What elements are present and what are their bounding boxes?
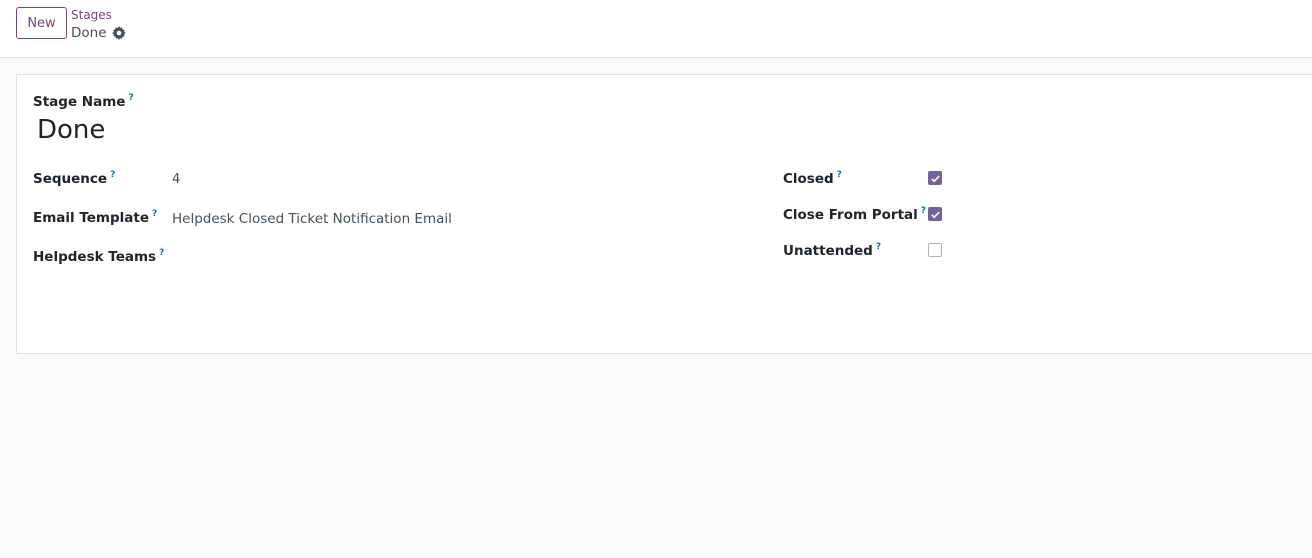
helpdesk-teams-label: Helpdesk Teams?: [33, 248, 165, 265]
closed-label: Closed?: [783, 170, 842, 187]
sequence-label: Sequence?: [33, 170, 116, 187]
email-template-field[interactable]: Helpdesk Closed Ticket Notification Emai…: [172, 211, 452, 227]
sequence-field[interactable]: 4: [172, 172, 180, 187]
close-from-portal-label: Close From Portal?: [783, 206, 927, 223]
control-panel: New Stages Done: [0, 0, 1312, 58]
help-tooltip-icon[interactable]: ?: [152, 209, 157, 219]
breadcrumb-current: Done: [71, 25, 107, 41]
help-tooltip-icon[interactable]: ?: [110, 170, 115, 180]
help-tooltip-icon[interactable]: ?: [837, 170, 842, 180]
breadcrumb-stages-link[interactable]: Stages: [71, 8, 112, 22]
new-button[interactable]: New: [16, 7, 67, 39]
help-tooltip-icon[interactable]: ?: [921, 206, 926, 216]
help-tooltip-icon[interactable]: ?: [876, 242, 881, 252]
unattended-label: Unattended?: [783, 242, 882, 259]
checkmark-icon: [931, 211, 940, 219]
stage-name-field[interactable]: Done: [37, 115, 105, 145]
close-from-portal-checkbox[interactable]: [928, 207, 942, 221]
unattended-checkbox[interactable]: [928, 243, 942, 257]
email-template-label: Email Template?: [33, 209, 158, 226]
checkmark-icon: [931, 175, 940, 183]
closed-checkbox[interactable]: [928, 171, 942, 185]
help-tooltip-icon[interactable]: ?: [128, 93, 133, 103]
stage-name-label: Stage Name?: [33, 93, 134, 110]
help-tooltip-icon[interactable]: ?: [159, 248, 164, 258]
gear-icon[interactable]: [112, 26, 126, 40]
form-sheet: Stage Name? Done Sequence? 4 Email Templ…: [16, 74, 1312, 354]
helpdesk-teams-field[interactable]: [172, 249, 572, 267]
